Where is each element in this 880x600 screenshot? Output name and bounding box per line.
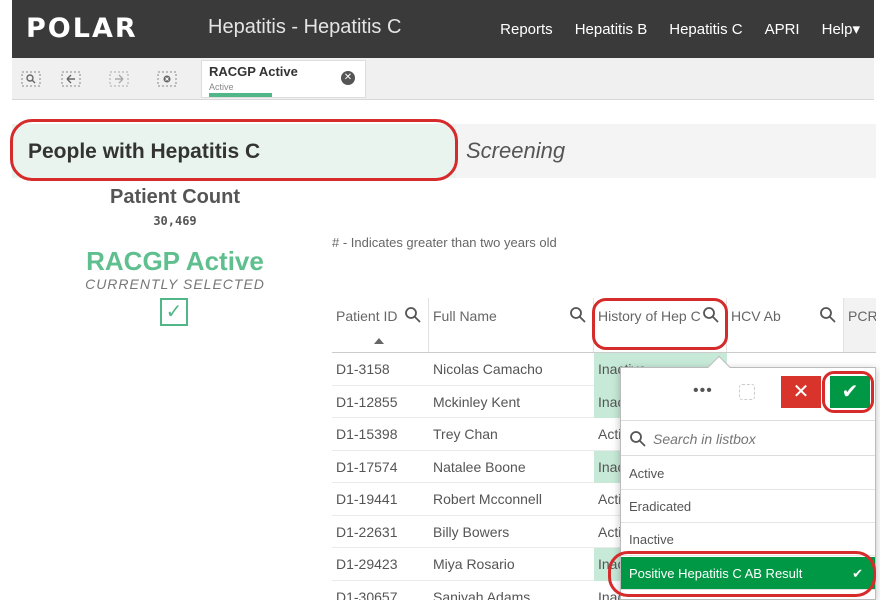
col-label-hcv-ab: HCV Ab [731, 308, 781, 324]
cell-full-name: Billy Bowers [433, 523, 510, 540]
listbox-item-eradicated[interactable]: Eradicated [621, 490, 875, 523]
col-label-full-name: Full Name [433, 308, 497, 324]
listbox-item-inactive[interactable]: Inactive [621, 523, 875, 556]
cell-full-name: Mckinley Kent [433, 393, 521, 410]
selection-chip[interactable]: RACGP Active Active ✕ [201, 60, 366, 98]
listbox-search-input[interactable] [653, 427, 863, 451]
confirm-selection-button[interactable]: ✔ [830, 376, 870, 408]
check-icon: ✔ [852, 566, 863, 581]
selection-title: RACGP Active [86, 246, 264, 276]
cell-patient-id: D1-17574 [336, 458, 398, 475]
patient-count-value: 30,469 [153, 214, 197, 228]
nav-reports[interactable]: Reports [500, 21, 553, 38]
section-title-2: Screening [456, 124, 876, 178]
nav-hepatitis-c[interactable]: Hepatitis C [669, 21, 742, 38]
selection-value: Active [209, 82, 234, 92]
cancel-selection-button[interactable]: ✕ [781, 376, 821, 408]
col-header-full-name[interactable]: Full Name [429, 298, 594, 352]
top-nav: Reports Hepatitis B Hepatitis C APRI Hel… [500, 0, 860, 58]
search-icon[interactable] [702, 306, 720, 324]
section-title-text: People with Hepatitis C [28, 140, 261, 163]
listbox-item-label: Positive Hepatitis C AB Result [629, 566, 803, 581]
cell-full-name: Nicolas Camacho [433, 361, 543, 377]
nav-hepatitis-b[interactable]: Hepatitis B [575, 21, 648, 38]
search-icon[interactable] [404, 306, 422, 324]
cell-patient-id: D1-29423 [336, 556, 398, 572]
cell-full-name: Miya Rosario [433, 556, 515, 572]
cell-full-name: Trey Chan [433, 426, 498, 442]
selection-state: CURRENTLY SELECTED [85, 276, 265, 290]
selection-bar [209, 93, 272, 97]
step-forward-icon[interactable] [108, 70, 130, 88]
cell-patient-id: D1-3158 [336, 361, 390, 377]
section-title: People with Hepatitis C [12, 124, 456, 178]
more-options-icon[interactable]: ••• [693, 382, 713, 400]
col-header-history-hep-c[interactable]: History of Hep C [594, 298, 727, 352]
cell-patient-id: D1-12855 [336, 393, 398, 410]
clear-selection-icon[interactable]: ✕ [341, 71, 355, 85]
search-icon[interactable] [819, 306, 837, 324]
note-text: # - Indicates greater than two years old [332, 235, 557, 250]
patient-count-label: Patient Count [110, 186, 240, 208]
app-title: Hepatitis - Hepatitis C [208, 16, 402, 38]
listbox-item-active[interactable]: Active [621, 457, 875, 490]
nav-apri[interactable]: APRI [765, 21, 800, 38]
cell-patient-id: D1-19441 [336, 491, 398, 507]
smart-search-icon[interactable] [20, 70, 42, 88]
col-header-hcv-ab[interactable]: HCV Ab [727, 298, 844, 352]
section-title-2-text: Screening [466, 138, 566, 163]
search-icon[interactable] [569, 306, 587, 324]
col-label-pcr: PCR [848, 308, 876, 324]
checkbox-icon[interactable]: ✓ [160, 298, 188, 326]
listbox-item-positive-ab[interactable]: Positive Hepatitis C AB Result ✔ [621, 557, 875, 590]
col-label-history-hep-c: History of Hep C [598, 308, 701, 324]
cell-full-name: Natalee Boone [433, 458, 526, 475]
cell-full-name: Robert Mcconnell [433, 491, 542, 507]
listbox-popover: ••• ✕ ✔ Active Eradicated Inactive Posit… [620, 355, 876, 600]
clear-selections-icon[interactable] [156, 70, 178, 88]
selection-field: RACGP Active [209, 64, 298, 79]
search-icon [630, 431, 646, 447]
cell-patient-id: D1-22631 [336, 523, 398, 540]
col-label-patient-id: Patient ID [336, 308, 398, 324]
nav-help[interactable]: Help▾ [822, 20, 860, 38]
col-header-patient-id[interactable]: Patient ID [332, 298, 429, 352]
cell-full-name: Saniyah Adams [433, 588, 531, 600]
cell-patient-id: D1-30657 [336, 588, 398, 600]
top-bar: POLAR Hepatitis - Hepatitis C Reports He… [12, 0, 874, 58]
lock-icon[interactable] [739, 384, 755, 400]
step-back-icon[interactable] [60, 70, 82, 88]
listbox-search [621, 420, 875, 456]
sort-ascending-icon[interactable] [374, 338, 384, 344]
polar-logo[interactable]: POLAR [26, 13, 138, 44]
cell-patient-id: D1-15398 [336, 426, 398, 442]
col-header-pcr[interactable]: PCR [844, 298, 876, 352]
selection-toolbar: RACGP Active Active ✕ [12, 58, 874, 100]
